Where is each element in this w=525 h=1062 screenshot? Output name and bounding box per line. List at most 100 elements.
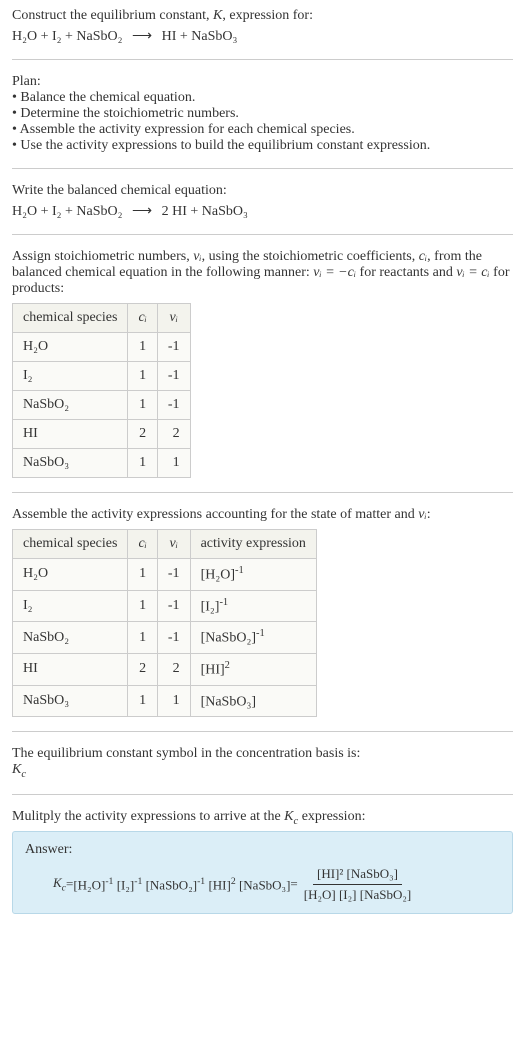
cell-nui: 2 — [157, 653, 190, 685]
plan-list: Balance the chemical equation. Determine… — [12, 90, 513, 154]
col-nui: νᵢ — [157, 304, 190, 333]
text: Mulitply the activity expressions to arr… — [12, 809, 284, 824]
cell-ci: 1 — [128, 590, 157, 622]
fraction-numerator: [HI]² [NaSbO₃] — [313, 866, 402, 885]
term-exp: -1 — [105, 876, 113, 887]
multiply-intro: Mulitply the activity expressions to arr… — [12, 809, 513, 827]
answer-box: Answer: Kc = [H₂O]-1 [I₂]-1 [NaSbO₂]-1 [… — [12, 831, 513, 914]
divider — [12, 794, 513, 795]
term: [HI]2 — [208, 876, 235, 893]
term-exp: -1 — [197, 876, 205, 887]
divider — [12, 59, 513, 60]
cell-nui: 1 — [157, 449, 190, 478]
term-base: [NaSbO₃] — [239, 877, 290, 892]
plan-item: Determine the stoichiometric numbers. — [12, 106, 513, 122]
text: Assemble the activity expressions accoun… — [12, 507, 418, 522]
plan-item: Use the activity expressions to build th… — [12, 138, 513, 154]
relation-reactants: νᵢ = −cᵢ — [313, 265, 356, 280]
balanced-section: Write the balanced chemical equation: H₂… — [12, 183, 513, 220]
intro-prefix: Construct the equilibrium constant, — [12, 8, 213, 23]
expr-base: [HI] — [201, 663, 225, 678]
c-i: cᵢ — [419, 249, 427, 264]
kc-symbol-intro: The equilibrium constant symbol in the c… — [12, 746, 513, 762]
stoich-section: Assign stoichiometric numbers, νᵢ, using… — [12, 249, 513, 478]
col-ci: cᵢ — [128, 530, 157, 559]
reaction-arrow-icon: ⟶ — [132, 28, 152, 45]
intro-K: K — [213, 8, 222, 23]
K: K — [284, 809, 293, 824]
table-row: NaSbO₂1-1[NaSbO₂]-1 — [13, 622, 317, 654]
cell-species: NaSbO₂ — [13, 622, 128, 654]
cell-species: I₂ — [13, 362, 128, 391]
text: for reactants and — [356, 265, 456, 280]
kc-symbol: Kc — [12, 762, 513, 780]
table-header-row: chemical species cᵢ νᵢ — [13, 304, 191, 333]
intro-line: Construct the equilibrium constant, K, e… — [12, 8, 513, 24]
table-row: H₂O1-1[H₂O]-1 — [13, 559, 317, 591]
col-species: chemical species — [13, 530, 128, 559]
expr-base: [NaSbO₃] — [201, 694, 256, 709]
table-row: HI22 — [13, 420, 191, 449]
divider — [12, 492, 513, 493]
cell-species: I₂ — [13, 590, 128, 622]
equation-lhs: H₂O + I₂ + NaSbO₂ — [12, 29, 123, 44]
unbalanced-equation: H₂O + I₂ + NaSbO₂ ⟶ HI + NaSbO₃ — [12, 28, 513, 45]
stoich-table: chemical species cᵢ νᵢ H₂O1-1 I₂1-1 NaSb… — [12, 303, 191, 478]
plan-title: Plan: — [12, 74, 513, 90]
col-nui: νᵢ — [157, 530, 190, 559]
cell-species: NaSbO₂ — [13, 391, 128, 420]
plan-item: Balance the chemical equation. — [12, 90, 513, 106]
kc-expression: Kc = [H₂O]-1 [I₂]-1 [NaSbO₂]-1 [HI]2 [Na… — [25, 866, 500, 903]
text: expression: — [298, 809, 365, 824]
term-exp: 2 — [231, 876, 236, 887]
text: Assign stoichiometric numbers, — [12, 249, 193, 264]
equation-rhs: HI + NaSbO₃ — [162, 29, 238, 44]
cell-expr: [NaSbO₂]-1 — [190, 622, 316, 654]
divider — [12, 234, 513, 235]
answer-label: Answer: — [25, 842, 500, 858]
nu-i: νᵢ — [193, 249, 201, 264]
cell-nui: 2 — [157, 420, 190, 449]
divider — [12, 168, 513, 169]
plan-section: Plan: Balance the chemical equation. Det… — [12, 74, 513, 154]
term-base: [NaSbO₂] — [146, 877, 197, 892]
col-species: chemical species — [13, 304, 128, 333]
kc-lhs: Kc — [53, 875, 66, 894]
relation-products: νᵢ = cᵢ — [456, 265, 489, 280]
nu-i: νᵢ — [418, 507, 426, 522]
cell-nui: 1 — [157, 685, 190, 717]
cell-nui: -1 — [157, 362, 190, 391]
cell-ci: 1 — [128, 685, 157, 717]
col-expr: activity expression — [190, 530, 316, 559]
cell-nui: -1 — [157, 559, 190, 591]
cell-ci: 1 — [128, 559, 157, 591]
expr-base: [H₂O] — [201, 568, 235, 583]
cell-ci: 1 — [128, 333, 157, 362]
plan-item: Assemble the activity expression for eac… — [12, 122, 513, 138]
equation-rhs: 2 HI + NaSbO₃ — [162, 204, 248, 219]
cell-nui: -1 — [157, 622, 190, 654]
table-row: I₂1-1[I₂]-1 — [13, 590, 317, 622]
cell-nui: -1 — [157, 590, 190, 622]
term: [NaSbO₂]-1 — [146, 876, 206, 893]
term-base: [HI] — [208, 877, 230, 892]
cell-expr: [I₂]-1 — [190, 590, 316, 622]
table-row: NaSbO₃11 — [13, 449, 191, 478]
cell-ci: 1 — [128, 449, 157, 478]
multiply-section: Mulitply the activity expressions to arr… — [12, 809, 513, 827]
cell-expr: [HI]2 — [190, 653, 316, 685]
cell-ci: 1 — [128, 622, 157, 654]
cell-species: H₂O — [13, 559, 128, 591]
intro-section: Construct the equilibrium constant, K, e… — [12, 8, 513, 45]
table-row: NaSbO₂1-1 — [13, 391, 191, 420]
c-sub: c — [21, 769, 26, 780]
table-row: I₂1-1 — [13, 362, 191, 391]
expr-exp: -1 — [256, 628, 265, 639]
fraction-denominator: [H₂O] [I₂] [NaSbO₂] — [300, 885, 415, 903]
expr-exp: -1 — [235, 565, 244, 576]
term: [H₂O]-1 — [73, 876, 113, 893]
activity-intro: Assemble the activity expressions accoun… — [12, 507, 513, 523]
cell-ci: 2 — [128, 653, 157, 685]
table-header-row: chemical species cᵢ νᵢ activity expressi… — [13, 530, 317, 559]
K: K — [53, 875, 62, 890]
